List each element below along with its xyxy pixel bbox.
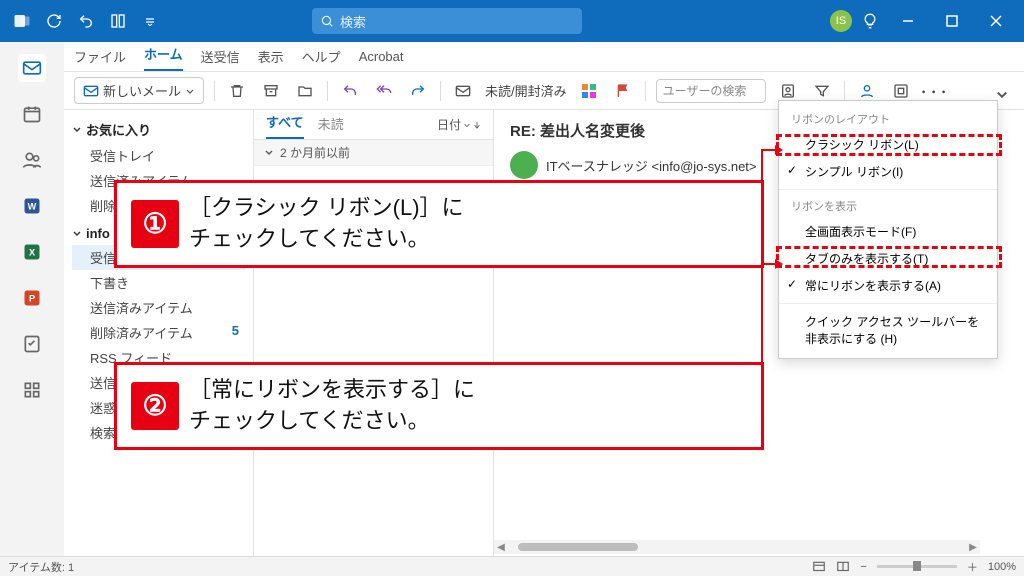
delete-icon[interactable] [225, 79, 249, 103]
maximize-button[interactable] [932, 0, 972, 42]
rail-word-icon[interactable]: W [18, 192, 46, 220]
app-rail: W X P [0, 42, 64, 556]
zoom-in-button[interactable]: ＋ [967, 559, 978, 575]
rail-people-icon[interactable] [18, 146, 46, 174]
lightbulb-icon[interactable] [856, 7, 884, 35]
archive-icon[interactable] [259, 79, 283, 103]
folder-item[interactable]: 受信トレイ [72, 143, 245, 168]
tab-acrobat[interactable]: Acrobat [359, 49, 404, 64]
msglist-sort[interactable]: 日付 [437, 116, 481, 139]
tab-help[interactable]: ヘルプ [302, 47, 341, 66]
zoom-slider[interactable] [877, 565, 957, 568]
scroll-left-arrow[interactable]: ◀ [494, 542, 508, 553]
close-button[interactable] [976, 0, 1016, 42]
annotation-number-2: ② [131, 382, 179, 430]
annotation-text-2: ［常にリボンを表示する］に チェックしてください。 [189, 375, 475, 437]
tab-sendreceive[interactable]: 送受信 [201, 47, 240, 66]
qat-overflow-icon[interactable] [136, 7, 164, 35]
annotation-text-1: ［クラシック リボン(L)］に チェックしてください。 [189, 193, 464, 255]
new-mail-label: 新しいメール [103, 81, 181, 100]
view-normal-icon[interactable] [812, 560, 826, 574]
folder-pane: お気に入り 受信トレイ 送信済みアイテム 削除済みアイテム info 受信トレイ… [64, 110, 254, 556]
sync-icon[interactable] [40, 7, 68, 35]
new-mail-button[interactable]: 新しいメール [74, 77, 204, 104]
rail-excel-icon[interactable]: X [18, 238, 46, 266]
zoom-out-button[interactable]: − [860, 561, 866, 573]
tab-file[interactable]: ファイル [74, 47, 126, 66]
move-icon[interactable] [293, 79, 317, 103]
sender-line: ITベースナレッジ <info@jo-sys.net> [546, 156, 757, 175]
annotation-arrow-1 [760, 144, 790, 224]
annotation-callout-1: ① ［クラシック リボン(L)］に チェックしてください。 [114, 180, 764, 268]
annotation-highlight-1 [776, 134, 1002, 156]
status-bar: アイテム数: 1 − ＋ 100% [0, 556, 1024, 576]
svg-text:W: W [28, 201, 37, 211]
dd-fullscreen[interactable]: 全画面表示モード(F) [779, 218, 997, 245]
undo-icon[interactable] [72, 7, 100, 35]
categorize-icon[interactable] [577, 79, 601, 103]
msglist-group-header[interactable]: 2 か月前以前 [254, 140, 493, 166]
msglist-tab-unread[interactable]: 未読 [318, 114, 344, 139]
dd-hide-qat[interactable]: クイック アクセス ツールバーを非表示にする (H) [779, 308, 997, 352]
envelope-icon[interactable] [451, 79, 475, 103]
rail-more-apps-icon[interactable] [18, 376, 46, 404]
status-item-count: アイテム数: 1 [8, 559, 74, 575]
favorites-header[interactable]: お気に入り [72, 120, 245, 139]
outlook-icon[interactable] [8, 7, 36, 35]
tab-view[interactable]: 表示 [258, 47, 284, 66]
reply-all-icon[interactable] [372, 79, 396, 103]
annotation-number-1: ① [131, 200, 179, 248]
search-input[interactable]: 検索 [312, 8, 582, 34]
tab-home[interactable]: ホーム [144, 44, 183, 71]
avatar[interactable]: IS [830, 10, 852, 32]
rail-powerpoint-icon[interactable]: P [18, 284, 46, 312]
minimize-button[interactable] [888, 0, 928, 42]
message-list: すべて 未読 日付 2 か月前以前 [254, 110, 494, 556]
dd-header-layout: リボンのレイアウト [779, 107, 997, 131]
dd-header-show: リボンを表示 [779, 194, 997, 218]
annotation-arrow-2 [760, 258, 790, 408]
filter-icon[interactable] [810, 79, 834, 103]
title-bar: 検索 IS [0, 0, 1024, 42]
user-search-input[interactable]: ユーザーの検索 [656, 79, 766, 103]
ribbon-tabs: ファイル ホーム 送受信 表示 ヘルプ Acrobat [0, 42, 1024, 72]
forward-icon[interactable] [406, 79, 430, 103]
reply-icon[interactable] [338, 79, 362, 103]
annotation-callout-2: ② ［常にリボンを表示する］に チェックしてください。 [114, 362, 764, 450]
svg-text:P: P [29, 293, 35, 303]
addins-icon[interactable] [889, 79, 913, 103]
more-commands[interactable]: ･･･ [923, 79, 947, 103]
person-icon[interactable] [855, 79, 879, 103]
horizontal-scrollbar[interactable]: ◀ ▶ [494, 540, 980, 554]
annotation-highlight-2 [776, 246, 1002, 268]
scroll-right-arrow[interactable]: ▶ [966, 542, 980, 553]
dd-always-show[interactable]: 常にリボンを表示する(A) [779, 272, 997, 299]
svg-text:X: X [29, 247, 36, 257]
folder-sent[interactable]: 送信済みアイテム [72, 295, 245, 320]
rail-calendar-icon[interactable] [18, 100, 46, 128]
zoom-value: 100% [988, 561, 1016, 573]
view-reading-icon[interactable] [836, 560, 850, 574]
user-search-placeholder: ユーザーの検索 [663, 82, 747, 99]
flag-icon[interactable] [611, 79, 635, 103]
unread-read-label[interactable]: 未読/開封済み [485, 81, 567, 100]
dd-simple-ribbon[interactable]: シンプル リボン(I) [779, 158, 997, 185]
scroll-thumb[interactable] [518, 543, 638, 551]
rail-mail-icon[interactable] [18, 54, 46, 82]
search-placeholder: 検索 [340, 12, 366, 31]
rail-todo-icon[interactable] [18, 330, 46, 358]
sender-avatar [510, 151, 538, 179]
folder-drafts[interactable]: 下書き [72, 270, 245, 295]
msglist-tab-all[interactable]: すべて [266, 112, 304, 139]
folder-deleted[interactable]: 削除済みアイテム5 [72, 320, 245, 345]
layout-icon[interactable] [104, 7, 132, 35]
addressbook-icon[interactable] [776, 79, 800, 103]
